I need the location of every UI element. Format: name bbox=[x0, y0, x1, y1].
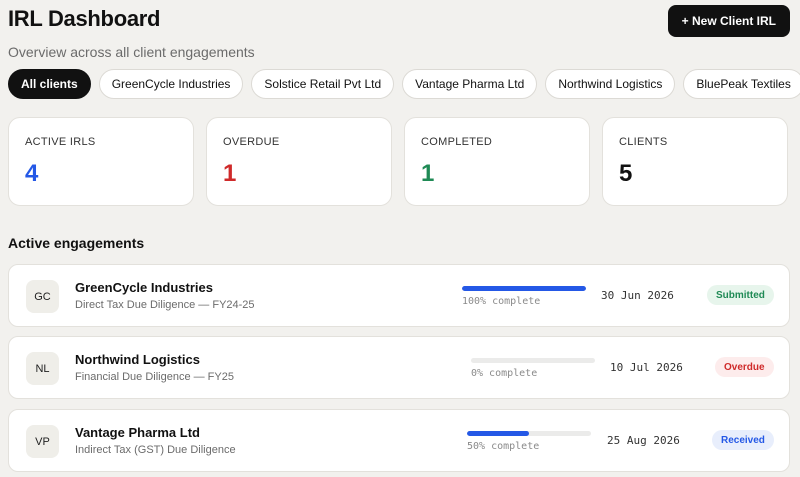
filter-chip-vantage[interactable]: Vantage Pharma Ltd bbox=[402, 69, 538, 99]
progress-track bbox=[462, 286, 586, 291]
engagement-progress: 0% complete bbox=[471, 358, 595, 379]
section-title: Active engagements bbox=[8, 235, 145, 251]
engagement-row-vantage[interactable]: VP Vantage Pharma Ltd Indirect Tax (GST)… bbox=[8, 409, 790, 472]
client-filter-bar: All clients GreenCycle Industries Solsti… bbox=[8, 69, 800, 99]
engagement-description: Financial Due Diligence — FY25 bbox=[75, 371, 234, 383]
engagement-row-northwind[interactable]: NL Northwind Logistics Financial Due Dil… bbox=[8, 336, 790, 399]
stat-card-completed: COMPLETED 1 bbox=[404, 117, 590, 206]
stat-value: 1 bbox=[223, 160, 237, 187]
engagement-client-name: Northwind Logistics bbox=[75, 352, 200, 367]
page-title: IRL Dashboard bbox=[8, 6, 161, 31]
filter-chip-bluepeak[interactable]: BluePeak Textiles bbox=[683, 69, 800, 99]
client-avatar: GC bbox=[26, 280, 59, 313]
progress-track bbox=[467, 431, 591, 436]
stat-label: COMPLETED bbox=[421, 136, 493, 148]
engagement-row-greencycle[interactable]: GC GreenCycle Industries Direct Tax Due … bbox=[8, 264, 790, 327]
engagement-progress: 50% complete bbox=[467, 431, 591, 452]
status-badge: Overdue bbox=[715, 357, 774, 377]
engagement-description: Direct Tax Due Diligence — FY24-25 bbox=[75, 299, 255, 311]
engagement-client-name: Vantage Pharma Ltd bbox=[75, 425, 200, 440]
status-badge: Submitted bbox=[707, 285, 774, 305]
engagement-due-date: 25 Aug 2026 bbox=[607, 434, 680, 447]
stat-card-clients: CLIENTS 5 bbox=[602, 117, 788, 206]
engagement-progress: 100% complete bbox=[462, 286, 586, 307]
progress-fill bbox=[462, 286, 586, 291]
filter-chip-greencycle[interactable]: GreenCycle Industries bbox=[98, 69, 244, 99]
stat-value: 1 bbox=[421, 160, 435, 187]
progress-track bbox=[471, 358, 595, 363]
engagement-due-date: 30 Jun 2026 bbox=[601, 289, 674, 302]
page-header: IRL Dashboard Overview across all client… bbox=[8, 6, 255, 60]
stat-label: ACTIVE IRLS bbox=[25, 136, 96, 148]
stat-card-active-irls: ACTIVE IRLS 4 bbox=[8, 117, 194, 206]
stat-value: 4 bbox=[25, 160, 39, 187]
filter-chip-solstice[interactable]: Solstice Retail Pvt Ltd bbox=[251, 69, 395, 99]
status-badge: Received bbox=[712, 430, 774, 450]
new-client-irl-button[interactable]: + New Client IRL bbox=[667, 5, 790, 37]
client-avatar: NL bbox=[26, 352, 59, 385]
filter-chip-northwind[interactable]: Northwind Logistics bbox=[545, 69, 676, 99]
progress-fill bbox=[467, 431, 529, 436]
stat-label: CLIENTS bbox=[619, 136, 668, 148]
filter-chip-all-clients[interactable]: All clients bbox=[8, 69, 91, 99]
engagement-client-name: GreenCycle Industries bbox=[75, 280, 213, 295]
client-avatar: VP bbox=[26, 425, 59, 458]
engagement-description: Indirect Tax (GST) Due Diligence bbox=[75, 444, 236, 456]
page-subtitle: Overview across all client engagements bbox=[8, 44, 255, 60]
stats-cards: ACTIVE IRLS 4 OVERDUE 1 COMPLETED 1 CLIE… bbox=[8, 117, 788, 206]
stat-value: 5 bbox=[619, 160, 633, 187]
progress-text: 50% complete bbox=[467, 441, 540, 452]
stat-card-overdue: OVERDUE 1 bbox=[206, 117, 392, 206]
engagement-due-date: 10 Jul 2026 bbox=[610, 361, 683, 374]
progress-text: 100% complete bbox=[462, 296, 541, 307]
progress-text: 0% complete bbox=[471, 368, 538, 379]
stat-label: OVERDUE bbox=[223, 136, 280, 148]
